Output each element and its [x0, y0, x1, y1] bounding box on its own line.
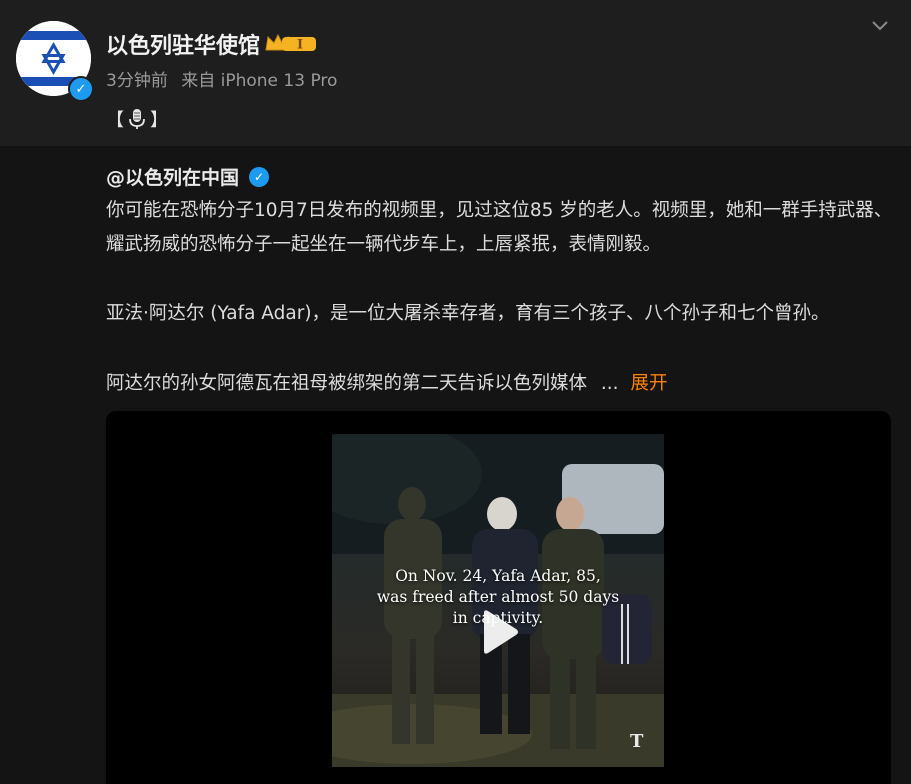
crown-vip-icon[interactable]: I — [264, 31, 318, 55]
repost-paragraph-3: 阿达尔的孙女阿德瓦在祖母被绑架的第二天告诉以色列媒体 ... 展开 — [106, 367, 896, 401]
microphone-icon — [129, 109, 145, 129]
repost-mention[interactable]: @以色列在中国 — [106, 163, 239, 190]
nyt-logo-icon: T — [630, 731, 644, 752]
video-thumbnail[interactable]: On Nov. 24, Yafa Adar, 85, was freed aft… — [332, 434, 664, 767]
post-time[interactable]: 3分钟前 — [106, 71, 168, 91]
post-tag: 【 】 — [106, 106, 168, 132]
repost-paragraph-2: 亚法·阿达尔 (Yafa Adar)，是一位大屠杀幸存者，育有三个孩子、八个孙子… — [106, 303, 830, 324]
verified-check-icon: ✓ — [249, 166, 270, 187]
video-card[interactable]: On Nov. 24, Yafa Adar, 85, was freed aft… — [106, 411, 891, 784]
tag-open: 【 — [106, 110, 124, 131]
caption-line-1: On Nov. 24, Yafa Adar, 85, — [395, 567, 601, 585]
post-header: ✓ 以色列驻华使馆 I 3分钟前 来自 iPhone 13 Pro 【 】 — [0, 0, 911, 146]
tag-close: 】 — [150, 110, 168, 131]
repost-paragraph-3-text: 阿达尔的孙女阿德瓦在祖母被绑架的第二天告诉以色列媒体 — [106, 373, 588, 394]
post-meta: 3分钟前 来自 iPhone 13 Pro — [106, 66, 345, 91]
vip-level: I — [297, 38, 303, 53]
chevron-down-icon[interactable] — [871, 16, 889, 34]
expand-link[interactable]: 展开 — [630, 373, 667, 394]
caption-line-2: was freed after almost 50 days — [376, 588, 620, 606]
verified-check-icon: ✓ — [68, 76, 94, 102]
repost-author: @以色列在中国 ✓ — [106, 163, 270, 190]
post-source: 来自 iPhone 13 Pro — [181, 71, 338, 91]
repost-paragraph-1: 你可能在恐怖分子10月7日发布的视频里，见过这位85 岁的老人。视频里，她和一群… — [106, 200, 893, 255]
account-name[interactable]: 以色列驻华使馆 — [106, 28, 260, 60]
ellipsis: ... — [600, 373, 619, 394]
play-icon[interactable] — [472, 607, 522, 657]
